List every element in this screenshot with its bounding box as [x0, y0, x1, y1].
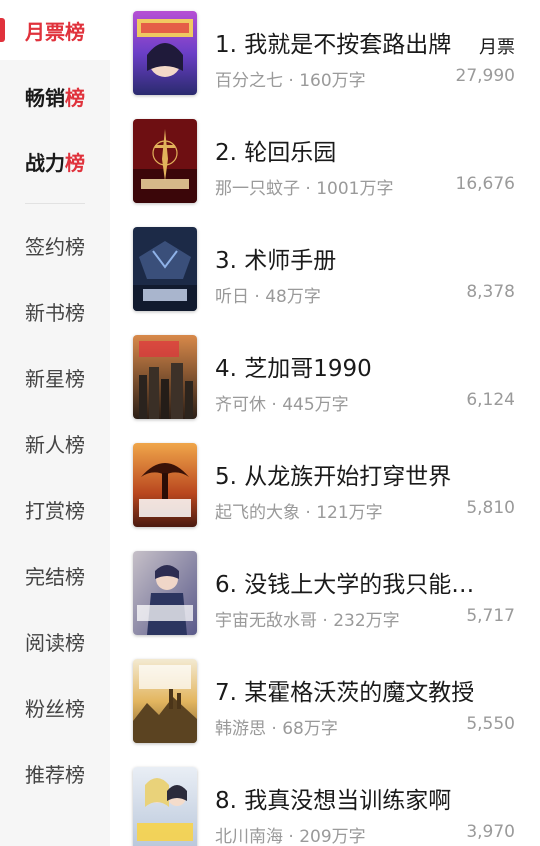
- book-title: 6. 没钱上大学的我只能…: [215, 572, 475, 598]
- book-row[interactable]: 8. 我真没想当训练家啊 北川南海 · 209万字 3,970: [110, 765, 540, 846]
- book-row[interactable]: 2. 轮回乐园 那一只蚊子 · 1001万字 16,676: [110, 117, 540, 217]
- book-title: 4. 芝加哥1990: [215, 356, 372, 382]
- book-row[interactable]: 5. 从龙族开始打穿世界 起飞的大象 · 121万字 5,810: [110, 441, 540, 541]
- book-cover: [133, 11, 197, 95]
- sidebar-item-new-book[interactable]: 新书榜: [0, 281, 110, 341]
- ticket-count: 5,550: [466, 714, 515, 734]
- book-title: 3. 术师手册: [215, 248, 337, 274]
- sidebar-item-signed[interactable]: 签约榜: [0, 215, 110, 275]
- book-row[interactable]: 3. 术师手册 听日 · 48万字 8,378: [110, 225, 540, 325]
- book-row[interactable]: 1. 我就是不按套路出牌 月票 百分之七 · 160万字 27,990: [110, 9, 540, 109]
- sidebar-item-bestseller[interactable]: 畅销榜: [0, 66, 110, 126]
- sidebar-item-fans[interactable]: 粉丝榜: [0, 677, 110, 737]
- sidebar-item-label: 畅销: [25, 85, 65, 110]
- book-meta: 百分之七 · 160万字: [215, 71, 366, 91]
- sidebar-item-label: 月票: [25, 19, 65, 44]
- ticket-count: 8,378: [466, 282, 515, 302]
- book-meta: 齐可休 · 445万字: [215, 395, 349, 415]
- ticket-count: 5,810: [466, 498, 515, 518]
- sidebar-item-label: 战力: [25, 150, 65, 175]
- sidebar-item-power[interactable]: 战力榜: [0, 131, 110, 191]
- book-meta: 听日 · 48万字: [215, 287, 321, 307]
- sidebar-item-recommend[interactable]: 推荐榜: [0, 743, 110, 803]
- book-meta: 韩游思 · 68万字: [215, 719, 338, 739]
- ticket-count: 27,990: [455, 66, 515, 86]
- sidebar-item-new-star[interactable]: 新星榜: [0, 347, 110, 407]
- ticket-count: 5,717: [466, 606, 515, 626]
- book-row[interactable]: 7. 某霍格沃茨的魔文教授 韩游思 · 68万字 5,550: [110, 657, 540, 757]
- ranking-sidebar: 月票榜 畅销榜 战力榜 签约榜 新书榜 新星榜 新人榜 打赏榜 完结榜 阅读榜 …: [0, 0, 110, 846]
- book-row[interactable]: 6. 没钱上大学的我只能… 宇宙无敌水哥 · 232万字 5,717: [110, 549, 540, 649]
- sidebar-item-reading[interactable]: 阅读榜: [0, 611, 110, 671]
- active-indicator: [0, 18, 5, 42]
- ranking-list: 1. 我就是不按套路出牌 月票 百分之七 · 160万字 27,990 2. 轮…: [110, 0, 540, 846]
- book-cover: [133, 443, 197, 527]
- book-cover: [133, 119, 197, 203]
- sidebar-item-label-suffix: 榜: [65, 19, 85, 44]
- book-cover: [133, 227, 197, 311]
- book-cover: [133, 767, 197, 846]
- book-title: 8. 我真没想当训练家啊: [215, 788, 452, 814]
- book-meta: 宇宙无敌水哥 · 232万字: [215, 611, 400, 631]
- ticket-count: 6,124: [466, 390, 515, 410]
- book-title: 5. 从龙族开始打穿世界: [215, 464, 452, 490]
- book-cover: [133, 551, 197, 635]
- sidebar-divider: [25, 203, 85, 204]
- sidebar-item-newcomer[interactable]: 新人榜: [0, 413, 110, 473]
- book-title: 1. 我就是不按套路出牌: [215, 32, 452, 58]
- sidebar-item-reward[interactable]: 打赏榜: [0, 479, 110, 539]
- book-cover: [133, 659, 197, 743]
- book-meta: 起飞的大象 · 121万字: [215, 503, 383, 523]
- book-cover: [133, 335, 197, 419]
- monthly-ticket-label: 月票: [479, 37, 515, 58]
- book-title: 7. 某霍格沃茨的魔文教授: [215, 680, 475, 706]
- ticket-count: 16,676: [455, 174, 515, 194]
- sidebar-item-label-suffix: 榜: [65, 85, 85, 110]
- sidebar-item-monthly-ticket[interactable]: 月票榜: [0, 0, 110, 60]
- book-meta: 北川南海 · 209万字: [215, 827, 366, 846]
- book-title: 2. 轮回乐园: [215, 140, 337, 166]
- sidebar-item-label-suffix: 榜: [65, 150, 85, 175]
- ticket-count: 3,970: [466, 822, 515, 842]
- book-row[interactable]: 4. 芝加哥1990 齐可休 · 445万字 6,124: [110, 333, 540, 433]
- sidebar-item-completed[interactable]: 完结榜: [0, 545, 110, 605]
- book-meta: 那一只蚊子 · 1001万字: [215, 179, 394, 199]
